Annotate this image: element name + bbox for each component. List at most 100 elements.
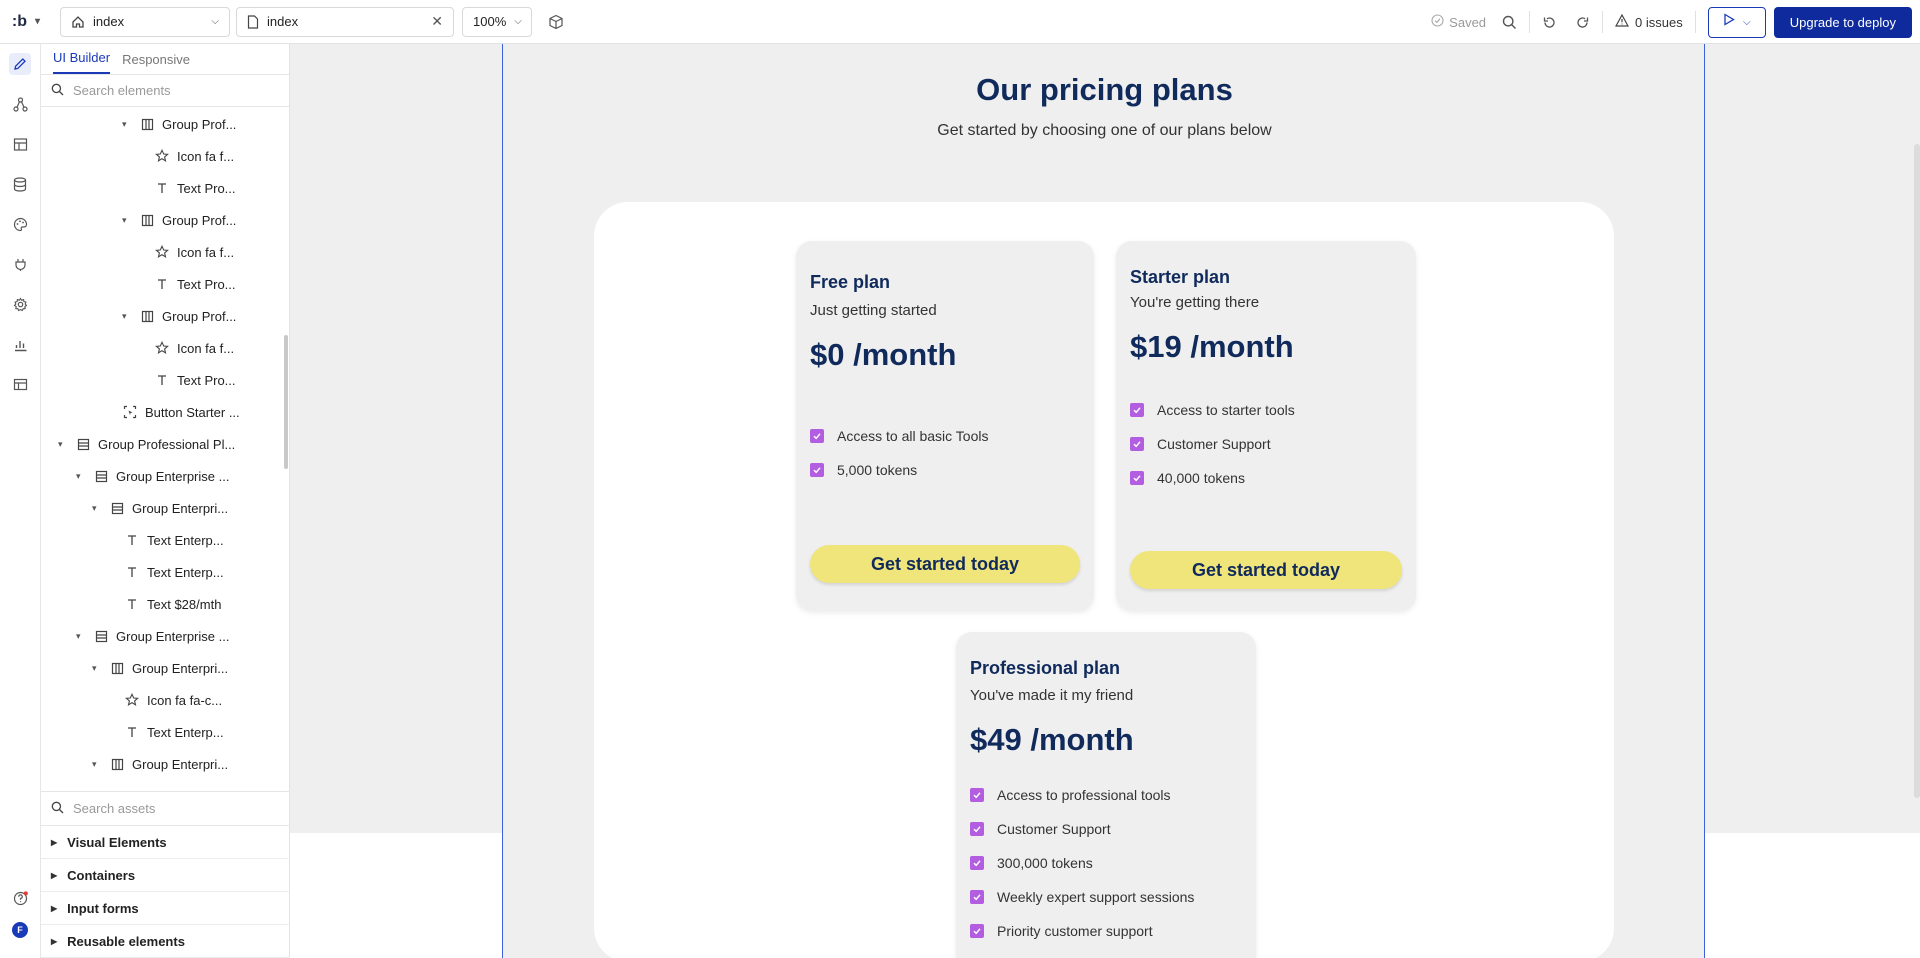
plan-name[interactable]: Professional plan — [970, 658, 1242, 679]
caret-down-icon[interactable]: ▾ — [92, 759, 102, 770]
caret-down-icon[interactable]: ▾ — [76, 471, 86, 482]
plan-tagline[interactable]: Just getting started — [810, 302, 1080, 319]
preview-run-button[interactable]: ⌵ — [1707, 6, 1766, 38]
tree-node[interactable]: ▾ Group Prof... — [122, 204, 236, 236]
checkbox-checked-icon[interactable] — [1130, 437, 1144, 451]
tree-node[interactable]: Text Enterp... — [107, 524, 224, 556]
checkbox-checked-icon[interactable] — [970, 788, 984, 802]
redo-icon[interactable] — [1575, 15, 1590, 30]
tree-node[interactable]: Text $28/mth — [107, 588, 221, 620]
tree-node[interactable]: Icon fa f... — [137, 332, 234, 364]
plans-container[interactable]: Free plan Just getting started $0 /month… — [594, 202, 1614, 958]
get-started-button-free[interactable]: Get started today — [810, 545, 1080, 583]
plan-name[interactable]: Starter plan — [1130, 267, 1402, 288]
caret-down-icon[interactable]: ▾ — [92, 663, 102, 674]
tree-node[interactable]: Text Enterp... — [107, 716, 224, 748]
tree-node[interactable]: ▾ Group Enterpri... — [92, 492, 228, 524]
plan-price[interactable]: $49 /month — [970, 722, 1242, 758]
caret-down-icon[interactable]: ▾ — [58, 439, 68, 450]
text-icon — [124, 598, 140, 610]
checkbox-checked-icon[interactable] — [970, 890, 984, 904]
plugin-icon[interactable] — [9, 253, 31, 275]
page-subtitle[interactable]: Get started by choosing one of our plans… — [503, 122, 1706, 140]
checkbox-checked-icon[interactable] — [970, 822, 984, 836]
plan-price[interactable]: $19 /month — [1130, 329, 1402, 365]
tree-node[interactable]: ▾ Group Enterpri... — [92, 652, 228, 684]
tree-node[interactable]: Text Pro... — [137, 268, 236, 300]
tree-node[interactable]: ▾ Group Enterprise ... — [76, 620, 229, 652]
tree-node-label: Group Enterpri... — [132, 660, 229, 676]
tree-node[interactable]: Text Pro... — [137, 172, 236, 204]
saved-label: Saved — [1449, 14, 1487, 30]
open-tab[interactable]: index ✕ — [236, 6, 454, 37]
get-started-button-starter[interactable]: Get started today — [1130, 551, 1402, 589]
page-selector-label: index — [93, 14, 125, 29]
checkbox-checked-icon[interactable] — [810, 463, 824, 477]
tab-ui-builder[interactable]: UI Builder — [53, 50, 111, 74]
caret-down-icon[interactable]: ▾ — [92, 503, 102, 514]
caret-down-icon[interactable]: ▾ — [122, 311, 132, 322]
checkbox-checked-icon[interactable] — [1130, 471, 1144, 485]
issues-indicator[interactable]: 0 issues — [1615, 13, 1683, 30]
plan-tagline[interactable]: You've made it my friend — [970, 687, 1242, 704]
category-visual-elements[interactable]: ▶ Visual Elements — [41, 826, 290, 859]
tree-node[interactable]: ▾ Group Enterprise ... — [76, 460, 229, 492]
settings-gear-icon[interactable] — [9, 293, 31, 315]
app-logo-menu[interactable]: :b ▾ — [0, 13, 52, 31]
tree-node-label: Text Enterp... — [147, 724, 224, 740]
element-search[interactable]: Search elements — [41, 75, 289, 107]
plan-card-professional[interactable]: Professional plan You've made it my frie… — [956, 632, 1256, 958]
category-input-forms[interactable]: ▶ Input forms — [41, 892, 290, 925]
tree-node[interactable]: ▾ Group Enterpri... — [92, 748, 228, 780]
help-icon[interactable] — [9, 887, 31, 909]
page-frame[interactable]: Our pricing plans Get started by choosin… — [502, 44, 1705, 958]
tree-node[interactable]: Text Pro... — [137, 364, 236, 396]
checkbox-checked-icon[interactable] — [1130, 403, 1144, 417]
tree-node[interactable]: ▾ Group Prof... — [122, 108, 236, 140]
caret-down-icon[interactable]: ▾ — [76, 631, 86, 642]
plan-name[interactable]: Free plan — [810, 272, 1080, 293]
category-containers[interactable]: ▶ Containers — [41, 859, 290, 892]
search-icon — [51, 83, 64, 99]
tree-node[interactable]: ▾ Group Prof... — [122, 300, 236, 332]
tree-node[interactable]: Text Enterp... — [107, 556, 224, 588]
tree-node[interactable]: Icon fa f... — [137, 236, 234, 268]
plan-tagline[interactable]: You're getting there — [1130, 294, 1402, 311]
caret-down-icon[interactable]: ▾ — [122, 215, 132, 226]
close-icon[interactable]: ✕ — [431, 13, 443, 30]
caret-down-icon[interactable]: ▾ — [122, 119, 132, 130]
design-canvas[interactable]: Our pricing plans Get started by choosin… — [290, 44, 1920, 958]
tab-responsive[interactable]: Responsive — [122, 52, 190, 74]
table-icon[interactable] — [9, 373, 31, 395]
analytics-chart-icon[interactable] — [9, 333, 31, 355]
layout-icon[interactable] — [9, 133, 31, 155]
undo-icon[interactable] — [1542, 15, 1557, 30]
open-tab-label: index — [267, 14, 299, 29]
checkbox-checked-icon[interactable] — [970, 924, 984, 938]
checkbox-checked-icon[interactable] — [970, 856, 984, 870]
workflow-icon[interactable] — [9, 93, 31, 115]
user-avatar[interactable]: F — [9, 919, 31, 941]
tree-scrollbar[interactable] — [284, 335, 288, 469]
caret-right-icon: ▶ — [51, 936, 58, 946]
upgrade-to-deploy-button[interactable]: Upgrade to deploy — [1773, 6, 1912, 38]
asset-search[interactable]: Search assets — [41, 791, 290, 826]
cube-icon[interactable] — [548, 14, 564, 30]
plan-price[interactable]: $0 /month — [810, 337, 1080, 373]
design-pencil-icon[interactable] — [9, 53, 31, 75]
search-icon[interactable] — [1502, 15, 1517, 30]
category-reusable-elements[interactable]: ▶ Reusable elements — [41, 925, 290, 958]
checkbox-checked-icon[interactable] — [810, 429, 824, 443]
tree-node[interactable]: ▾ Group Professional Pl... — [58, 428, 235, 460]
tree-node[interactable]: Icon fa f... — [137, 140, 234, 172]
plan-card-free[interactable]: Free plan Just getting started $0 /month… — [796, 241, 1094, 611]
zoom-select[interactable]: 100% ⌵ — [462, 6, 532, 37]
page-selector[interactable]: index ⌵ — [60, 6, 230, 37]
page-title[interactable]: Our pricing plans — [503, 72, 1706, 108]
tree-node[interactable]: Icon fa fa-c... — [107, 684, 222, 716]
canvas-scrollbar[interactable] — [1914, 144, 1920, 798]
palette-icon[interactable] — [9, 213, 31, 235]
database-icon[interactable] — [9, 173, 31, 195]
plan-card-starter[interactable]: Starter plan You're getting there $19 /m… — [1116, 241, 1416, 611]
tree-node[interactable]: Button Starter ... — [105, 396, 240, 428]
